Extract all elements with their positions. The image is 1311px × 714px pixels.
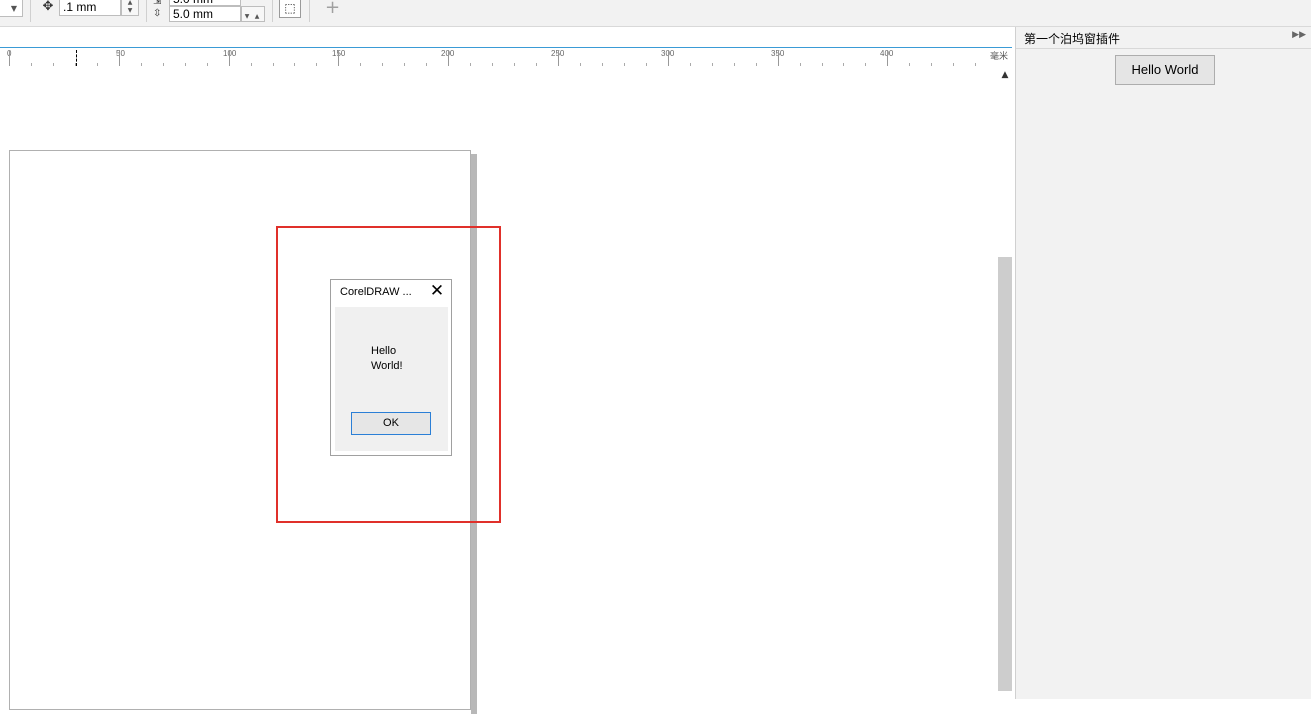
spin-up-icon[interactable]: ▲	[122, 0, 138, 7]
docker-title: 第一个泊坞窗插件	[1024, 32, 1121, 46]
dialog-body: Hello World! OK	[335, 307, 448, 451]
scroll-up-icon[interactable]: ▲	[998, 69, 1012, 81]
spin-down-icon[interactable]: ▼	[242, 13, 252, 21]
message-dialog: CorelDRAW ... ✕ Hello World! OK	[330, 279, 452, 456]
close-icon[interactable]: ✕	[427, 280, 447, 302]
nudge-spinner[interactable]: ▲ ▼	[121, 0, 139, 16]
plus-icon[interactable]: +	[325, 0, 340, 18]
duplicate-y-spinner[interactable]: ▼ ▲	[241, 6, 265, 22]
ruler-tick	[887, 50, 888, 66]
property-toolbar: ▼ ✥ ▲ ▼ ⇲ ⇳ ▼▲ ⬚ +	[0, 0, 1311, 27]
horizontal-ruler[interactable]: 0 50 100 150 200 250 300 350 400	[0, 47, 1012, 66]
duplicate-y-icon: ⇳	[153, 8, 162, 19]
docker-header: 第一个泊坞窗插件 ▶▶	[1016, 27, 1311, 49]
units-dropdown[interactable]: ▼	[0, 0, 23, 17]
drawing-canvas[interactable]: ▲	[0, 66, 1012, 714]
nudge-distance-input[interactable]	[59, 0, 121, 16]
spin-up-icon[interactable]: ▲	[252, 13, 262, 21]
page-frame-icon[interactable]: ⬚	[279, 0, 301, 18]
ruler-unit-label: 毫米	[989, 52, 1008, 62]
ruler-tick	[119, 50, 120, 66]
toolbar-separator	[272, 0, 273, 22]
toolbar-separator	[30, 0, 31, 22]
ruler-tick	[229, 50, 230, 66]
toolbar-separator	[146, 0, 147, 22]
ruler-tick	[558, 50, 559, 66]
duplicate-x-icon: ⇲	[153, 0, 162, 7]
chevron-down-icon: ▼	[10, 4, 17, 13]
ok-button[interactable]: OK	[351, 412, 431, 435]
duplicate-y-input[interactable]	[169, 6, 241, 22]
dialog-title: CorelDRAW ...	[340, 286, 412, 298]
vertical-scrollbar-thumb[interactable]	[998, 257, 1012, 691]
ruler-tick	[9, 50, 10, 66]
dialog-message: Hello World!	[371, 345, 403, 372]
ruler-cursor-marker	[76, 50, 77, 66]
ruler-tick	[668, 50, 669, 66]
docker-panel: 第一个泊坞窗插件 ▶▶ Hello World	[1015, 27, 1311, 699]
toolbar-separator	[309, 0, 310, 22]
ruler-tick	[778, 50, 779, 66]
collapse-icon[interactable]: ▶▶	[1292, 30, 1306, 40]
hello-world-button[interactable]: Hello World	[1115, 55, 1215, 85]
nudge-icon: ✥	[42, 0, 54, 14]
ruler-label: 50	[116, 49, 125, 58]
ruler-tick	[448, 50, 449, 66]
ruler-tick	[338, 50, 339, 66]
spin-down-icon[interactable]: ▼	[122, 7, 138, 15]
